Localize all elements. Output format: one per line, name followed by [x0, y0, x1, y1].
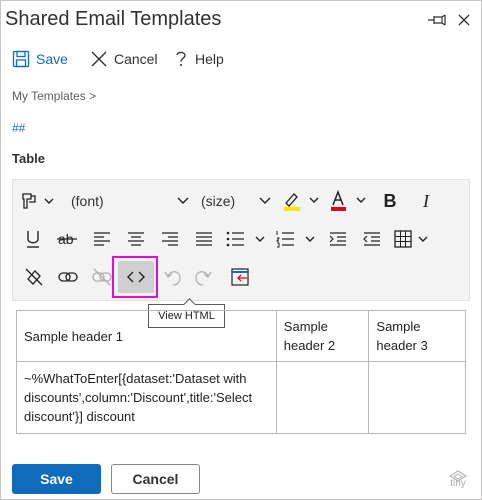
- table-button[interactable]: [393, 224, 433, 254]
- font-family-value: (font): [71, 193, 104, 209]
- align-center-icon: [128, 232, 144, 246]
- table-header-cell[interactable]: Sample header 2: [275, 310, 370, 362]
- floppy-disk-icon: [12, 50, 30, 68]
- align-right-icon: [162, 232, 178, 246]
- font-color-button[interactable]: [328, 186, 370, 216]
- underline-icon: [27, 231, 39, 248]
- underline-button[interactable]: [19, 224, 47, 254]
- numbered-list-icon: [276, 231, 315, 248]
- cancel-command[interactable]: Cancel: [90, 45, 158, 73]
- window-title: Shared Email Templates: [5, 8, 222, 30]
- code-icon: [127, 271, 145, 283]
- indent-icon: [329, 232, 346, 246]
- bullet-list-button[interactable]: [225, 224, 269, 254]
- table-icon: [394, 230, 428, 248]
- font-color-icon: [331, 189, 366, 211]
- outdent-button[interactable]: [359, 224, 385, 254]
- table-cell[interactable]: [275, 361, 370, 434]
- table-cell[interactable]: [368, 361, 466, 434]
- section-label: Table: [12, 151, 45, 166]
- cancel-command-label: Cancel: [114, 51, 158, 67]
- clear-formatting-button[interactable]: [19, 262, 49, 292]
- font-size-value: (size): [201, 193, 236, 209]
- clear-formatting-icon: [25, 268, 43, 286]
- bold-button[interactable]: B: [377, 186, 403, 216]
- dialog-window: Shared Email Templates Save Cancel Help …: [0, 0, 482, 500]
- font-family-select[interactable]: (font): [71, 186, 189, 216]
- align-center-button[interactable]: [123, 224, 149, 254]
- bold-icon: B: [383, 190, 397, 211]
- unlink-icon: [92, 268, 112, 286]
- align-left-button[interactable]: [89, 224, 115, 254]
- link-icon: [58, 272, 78, 282]
- indent-button[interactable]: [325, 224, 351, 254]
- bullet-list-icon: [226, 231, 265, 247]
- numbered-list-button[interactable]: [275, 224, 319, 254]
- justify-icon: [196, 232, 212, 246]
- outdent-icon: [363, 232, 380, 246]
- redo-button[interactable]: [189, 262, 217, 292]
- insert-link-button[interactable]: [53, 262, 83, 292]
- template-name[interactable]: ##: [12, 121, 25, 135]
- justify-button[interactable]: [191, 224, 217, 254]
- table-header-cell[interactable]: Sample header 3: [368, 310, 466, 362]
- question-mark-icon: [176, 51, 186, 66]
- align-right-button[interactable]: [157, 224, 183, 254]
- save-command-label: Save: [36, 51, 68, 67]
- pin-button[interactable]: [425, 9, 449, 31]
- format-painter-icon: [22, 193, 54, 209]
- pin-icon: [428, 14, 446, 26]
- font-size-select[interactable]: (size): [201, 186, 271, 216]
- highlighter-icon: [284, 193, 319, 211]
- close-icon: [458, 14, 470, 26]
- content-table[interactable]: Sample header 1 Sample header 2 Sample h…: [16, 310, 466, 434]
- undo-icon: [164, 271, 181, 286]
- insert-template-button[interactable]: [225, 262, 255, 292]
- cancel-button[interactable]: Cancel: [111, 464, 200, 494]
- chevron-down-icon: [177, 197, 189, 204]
- title-bar: Shared Email Templates: [1, 1, 481, 41]
- save-command[interactable]: Save: [12, 45, 68, 73]
- table-cell[interactable]: ~%WhatToEnter[{dataset:'Dataset with dis…: [16, 361, 277, 434]
- close-icon: [91, 51, 107, 67]
- close-button[interactable]: [453, 9, 475, 31]
- table-row: Sample header 1 Sample header 2 Sample h…: [16, 310, 466, 362]
- chevron-down-icon: [259, 197, 271, 204]
- breadcrumb[interactable]: My Templates >: [12, 89, 96, 103]
- tiny-branding[interactable]: tiny: [445, 478, 471, 489]
- italic-icon: I: [423, 190, 429, 211]
- help-command[interactable]: Help: [173, 45, 224, 73]
- help-command-label: Help: [195, 51, 224, 67]
- align-left-icon: [94, 232, 110, 246]
- undo-button[interactable]: [159, 262, 187, 292]
- format-painter-button[interactable]: [17, 186, 59, 216]
- editor-toolbar: (font) (size) B I ab: [12, 179, 470, 301]
- table-header-cell[interactable]: Sample header 1: [16, 310, 277, 362]
- insert-template-icon: [231, 268, 249, 286]
- view-html-button[interactable]: [118, 261, 154, 293]
- redo-icon: [195, 271, 212, 286]
- strikethrough-button[interactable]: ab: [53, 224, 81, 254]
- italic-button[interactable]: I: [413, 186, 439, 216]
- save-button[interactable]: Save: [12, 464, 101, 494]
- table-row: ~%WhatToEnter[{dataset:'Dataset with dis…: [16, 361, 466, 434]
- highlight-color-button[interactable]: [281, 186, 323, 216]
- strikethrough-icon: ab: [57, 231, 77, 247]
